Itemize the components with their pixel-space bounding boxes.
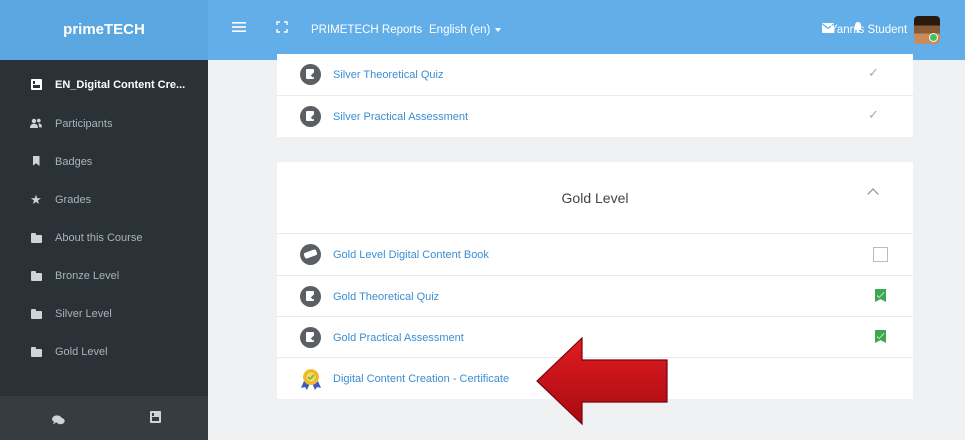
completed-flag-icon [875,330,886,343]
language-label: English (en) [429,24,491,36]
chat-icon[interactable] [52,412,65,430]
sidebar-item-label: Badges [55,156,93,168]
online-status-indicator [929,33,938,42]
activity-link[interactable]: Silver Theoretical Quiz [333,68,443,82]
sidebar-item-label: Bronze Level [55,270,120,282]
sidebar-item-about[interactable]: About this Course [0,220,208,258]
activity-row[interactable]: Gold Level Digital Content Book [277,234,913,276]
top-navbar: primeTECH PRIMETECH Reports English (en)… [0,0,965,60]
activity-link[interactable]: Gold Theoretical Quiz [333,290,439,304]
activity-row[interactable]: Gold Theoretical Quiz [277,275,913,317]
users-icon [30,118,42,130]
sidebar-item-label: EN_Digital Content Cre... [55,79,186,91]
quiz-icon [300,64,321,85]
activity-row[interactable]: Silver Theoretical Quiz ✓ [277,54,913,96]
section-header[interactable]: Gold Level [277,162,913,234]
sidebar-item-label: Gold Level [55,346,108,358]
sidebar-item-label: Participants [55,118,113,130]
language-menu[interactable]: English (en) [429,22,502,38]
caret-down-icon [495,27,502,32]
checkmark-icon: ✓ [868,65,879,80]
activity-link[interactable]: Gold Level Digital Content Book [333,248,489,262]
user-menu[interactable]: Yannis Student [830,22,908,38]
activity-link[interactable]: Gold Practical Assessment [333,331,464,345]
bookmark-icon [30,156,42,168]
activity-row[interactable]: Silver Practical Assessment ✓ [277,95,913,137]
sidebar-item-silver-level[interactable]: Silver Level [0,296,208,334]
star-icon: ★ [30,192,42,207]
book-icon [300,244,321,265]
red-arrow-annotation [536,336,668,426]
brand-logo[interactable]: primeTECH [0,0,208,60]
folder-icon [30,346,42,358]
folder-icon [30,232,42,244]
completed-flag-icon [875,289,886,302]
course-icon [30,79,42,91]
assignment-icon [300,106,321,127]
sidebar-item-label: Grades [55,194,92,206]
sidebar-item-badges[interactable]: Badges [0,144,208,182]
sidebar-item-label: About this Course [55,232,143,244]
sidebar-item-gold-level[interactable]: Gold Level [0,334,208,372]
sidebar-footer [0,396,208,440]
sidebar-item-label: Silver Level [55,308,112,320]
completion-checkbox[interactable] [873,247,888,262]
checkmark-icon: ✓ [868,107,879,122]
sidebar: EN_Digital Content Cre... Participants B… [0,60,208,440]
sidebar-item-bronze-level[interactable]: Bronze Level [0,258,208,296]
silver-level-section: Silver Theoretical Quiz ✓ Silver Practic… [277,54,913,137]
course-icon[interactable] [150,410,161,428]
hamburger-icon[interactable] [232,21,246,37]
activity-link[interactable]: Digital Content Creation - Certificate [333,372,509,386]
sidebar-item-course[interactable]: EN_Digital Content Cre... [0,67,208,105]
section-title: Gold Level [561,190,629,206]
sidebar-item-participants[interactable]: Participants [0,106,208,144]
quiz-icon [300,286,321,307]
certificate-medal-icon [301,369,321,390]
sidebar-item-grades[interactable]: ★ Grades [0,182,208,220]
user-name: Yannis Student [830,24,908,36]
fullscreen-icon[interactable] [276,21,288,37]
activity-link[interactable]: Silver Practical Assessment [333,110,468,124]
folder-icon [30,308,42,320]
reports-link[interactable]: PRIMETECH Reports [311,22,422,38]
assignment-icon [300,327,321,348]
folder-icon [30,270,42,282]
